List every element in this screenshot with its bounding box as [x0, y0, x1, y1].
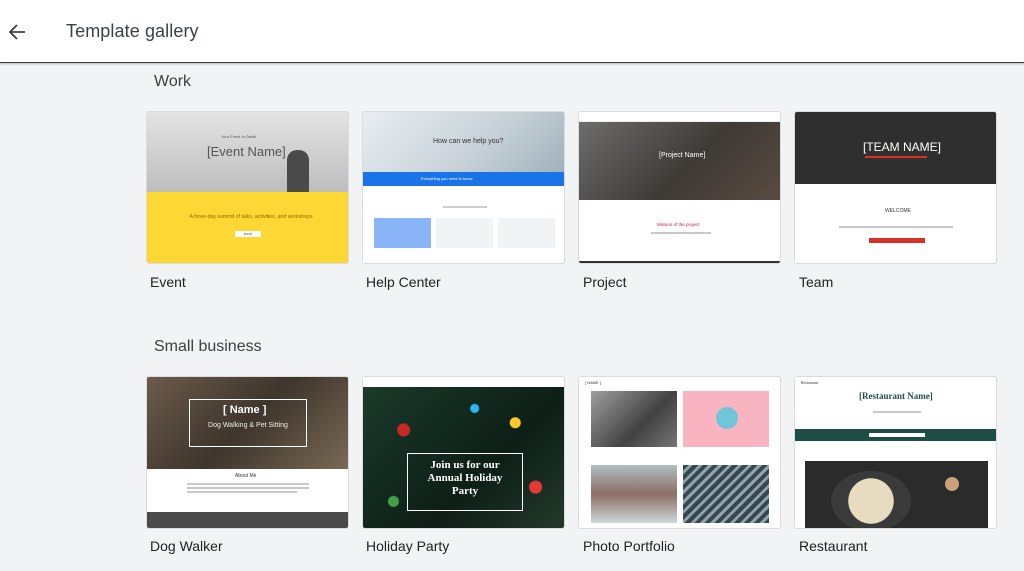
template-label-holiday-party[interactable]: Holiday Party	[366, 538, 449, 554]
top-app-bar: Template gallery	[0, 0, 1024, 63]
team-preview-heading: [TEAM NAME]	[863, 140, 942, 154]
event-preview-heading: [Event Name]	[207, 144, 286, 159]
help-center-thumbnail: How can we help you? Everything you need…	[363, 112, 564, 263]
restaurant-preview-heading: [Restaurant Name]	[859, 391, 933, 401]
restaurant-thumbnail: Restaurant [Restaurant Name]	[795, 377, 996, 528]
project-thumbnail: [Project Name] Mission of the project	[579, 112, 780, 263]
template-label-restaurant[interactable]: Restaurant	[799, 538, 867, 554]
dog-walker-preview-subheading: Dog Walking & Pet Sitting	[208, 422, 288, 429]
event-thumbnail: Your Event In Detail [Event Name] A thre…	[147, 112, 348, 263]
template-label-project[interactable]: Project	[583, 274, 627, 290]
photo-portfolio-preview-heading: [ NAME ]	[585, 380, 602, 385]
event-preview-button: RSVP	[235, 231, 261, 237]
help-preview-heading: How can we help you?	[433, 138, 504, 145]
project-preview-subheading: Mission of the project	[657, 222, 700, 227]
help-preview-banner: Everything you need to know	[421, 176, 473, 181]
section-title-work: Work	[154, 73, 192, 90]
holiday-party-thumbnail: Join us for our Annual Holiday Party	[363, 377, 564, 528]
template-card-project[interactable]: [Project Name] Mission of the project	[578, 111, 781, 264]
event-preview-subheading: Your Event In Detail	[221, 134, 257, 139]
dog-walker-preview-heading: [ Name ]	[223, 404, 267, 416]
template-card-help-center[interactable]: How can we help you? Everything you need…	[362, 111, 565, 264]
project-preview-heading: [Project Name]	[659, 152, 706, 159]
page-title: Template gallery	[66, 21, 199, 41]
team-thumbnail: [TEAM NAME] WELCOME	[795, 112, 996, 263]
holiday-party-preview-heading: Join us for our Annual Holiday Party	[427, 459, 503, 497]
event-preview-tagline: A three-day summit of talks, activities,…	[189, 214, 313, 220]
section-title-small-business: Small business	[154, 338, 262, 355]
template-label-event[interactable]: Event	[150, 274, 186, 290]
template-card-restaurant[interactable]: Restaurant [Restaurant Name]	[794, 376, 997, 529]
template-card-photo-portfolio[interactable]: [ NAME ]	[578, 376, 781, 529]
template-label-team[interactable]: Team	[799, 274, 833, 290]
team-preview-subheading: WELCOME	[885, 208, 911, 214]
arrow-left-icon	[8, 24, 25, 40]
template-card-event[interactable]: Your Event In Detail [Event Name] A thre…	[146, 111, 349, 264]
back-button[interactable]	[4, 14, 30, 50]
template-label-help-center[interactable]: Help Center	[366, 274, 441, 290]
template-label-photo-portfolio[interactable]: Photo Portfolio	[583, 538, 675, 554]
template-card-holiday-party[interactable]: Join us for our Annual Holiday Party	[362, 376, 565, 529]
restaurant-preview-brand: Restaurant	[801, 380, 819, 385]
photo-portfolio-thumbnail: [ NAME ]	[579, 377, 780, 528]
dog-walker-preview-section: About Me	[235, 473, 257, 479]
template-card-team[interactable]: [TEAM NAME] WELCOME	[794, 111, 997, 264]
dog-walker-thumbnail: [ Name ] Dog Walking & Pet Sitting About…	[147, 377, 348, 528]
template-card-dog-walker[interactable]: [ Name ] Dog Walking & Pet Sitting About…	[146, 376, 349, 529]
template-label-dog-walker[interactable]: Dog Walker	[150, 538, 223, 554]
